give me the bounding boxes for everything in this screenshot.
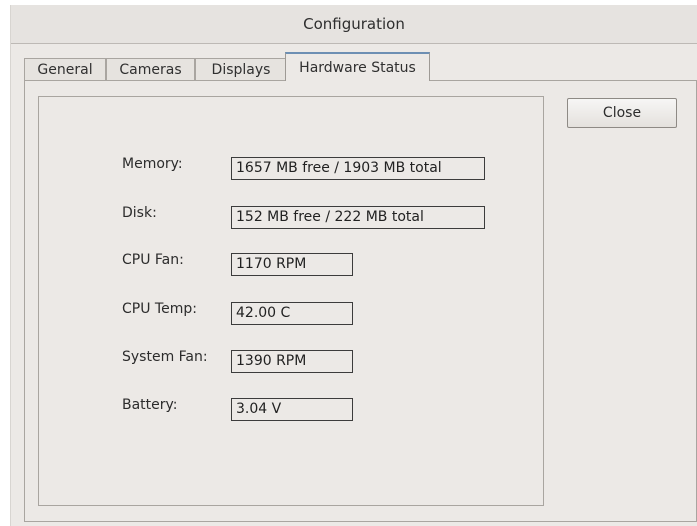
memory-value-field: 1657 MB free / 1903 MB total [231, 157, 485, 180]
tab-cameras[interactable]: Cameras [106, 58, 195, 80]
cpu-fan-label: CPU Fan: [122, 252, 184, 268]
memory-label: Memory: [122, 156, 183, 172]
system-fan-label: System Fan: [122, 349, 208, 365]
battery-label: Battery: [122, 397, 178, 413]
system-fan-value-field: 1390 RPM [231, 350, 353, 373]
tab-general[interactable]: General [24, 58, 106, 80]
hardware-status-panel: Memory: 1657 MB free / 1903 MB total Dis… [24, 80, 697, 522]
battery-value-field: 3.04 V [231, 398, 353, 421]
cpu-fan-value-field: 1170 RPM [231, 253, 353, 276]
configuration-window: Configuration General Cameras Displays H… [11, 5, 697, 526]
close-button[interactable]: Close [567, 98, 677, 128]
hardware-status-group: Memory: 1657 MB free / 1903 MB total Dis… [38, 96, 544, 506]
tab-displays[interactable]: Displays [195, 58, 287, 80]
title-bar[interactable]: Configuration [11, 5, 697, 44]
disk-label: Disk: [122, 205, 157, 221]
disk-value-field: 152 MB free / 222 MB total [231, 206, 485, 229]
cpu-temp-label: CPU Temp: [122, 301, 197, 317]
cpu-temp-value-field: 42.00 C [231, 302, 353, 325]
window-title: Configuration [303, 15, 405, 33]
tab-hardware-status[interactable]: Hardware Status [285, 52, 430, 81]
